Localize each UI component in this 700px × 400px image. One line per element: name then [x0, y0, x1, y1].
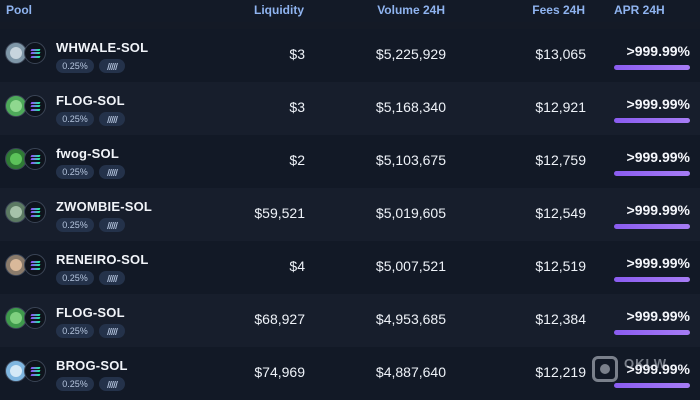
chart-icon[interactable] [99, 271, 125, 285]
pair-avatars [5, 360, 49, 384]
apr-bar [614, 277, 690, 282]
solana-icon [24, 201, 46, 223]
solana-icon [24, 42, 46, 64]
apr-bar [614, 224, 690, 229]
liquidity-value: $68,927 [254, 311, 305, 327]
apr-bar [614, 65, 690, 70]
apr-cell: >999.99% [612, 305, 690, 335]
apr-value: >999.99% [626, 149, 690, 165]
pair-avatars [5, 42, 49, 66]
chart-icon[interactable] [99, 324, 125, 338]
chart-icon[interactable] [99, 218, 125, 232]
table-row[interactable]: FLOG-SOL 0.25% $68,927 $4,953,685 $12,38… [0, 294, 700, 347]
fee-tier-badge: 0.25% [56, 112, 94, 126]
pool-name[interactable]: WHWALE-SOL [56, 40, 148, 55]
liquidity-value: $74,969 [254, 364, 305, 380]
apr-value: >999.99% [626, 308, 690, 324]
table-row[interactable]: RENEIRO-SOL 0.25% $4 $5,007,521 $12,519 … [0, 241, 700, 294]
solana-icon [24, 360, 46, 382]
volume-value: $4,887,640 [375, 364, 446, 380]
fee-tier-badge: 0.25% [56, 324, 94, 338]
header-liquidity[interactable]: Liquidity [254, 3, 304, 17]
apr-value: >999.99% [626, 361, 690, 377]
volume-value: $5,103,675 [375, 152, 446, 168]
pool-name[interactable]: BROG-SOL [56, 358, 128, 373]
solana-icon [24, 148, 46, 170]
chart-icon[interactable] [99, 112, 125, 126]
volume-value: $5,168,340 [375, 99, 446, 115]
fee-tier-badge: 0.25% [56, 271, 94, 285]
header-pool[interactable]: Pool [6, 3, 32, 17]
volume-value: $5,225,929 [375, 46, 446, 62]
fees-value: $12,219 [535, 364, 586, 380]
apr-value: >999.99% [626, 255, 690, 271]
fees-value: $12,384 [535, 311, 586, 327]
pool-name[interactable]: ZWOMBIE-SOL [56, 199, 152, 214]
pool-name[interactable]: RENEIRO-SOL [56, 252, 148, 267]
table-row[interactable]: WHWALE-SOL 0.25% $3 $5,225,929 $13,065 >… [0, 29, 700, 82]
liquidity-value: $4 [289, 258, 305, 274]
header-volume[interactable]: Volume 24H [377, 3, 445, 17]
table-row[interactable]: FLOG-SOL 0.25% $3 $5,168,340 $12,921 >99… [0, 82, 700, 135]
fees-value: $12,519 [535, 258, 586, 274]
apr-value: >999.99% [626, 202, 690, 218]
apr-value: >999.99% [626, 96, 690, 112]
liquidity-value: $3 [289, 99, 305, 115]
pair-avatars [5, 254, 49, 278]
liquidity-value: $59,521 [254, 205, 305, 221]
apr-bar [614, 171, 690, 176]
pair-avatars [5, 201, 49, 225]
fee-tier-badge: 0.25% [56, 377, 94, 391]
apr-cell: >999.99% [612, 40, 690, 70]
chart-icon[interactable] [99, 377, 125, 391]
table-row[interactable]: ZWOMBIE-SOL 0.25% $59,521 $5,019,605 $12… [0, 188, 700, 241]
apr-value: >999.99% [626, 43, 690, 59]
apr-bar [614, 330, 690, 335]
fees-value: $12,921 [535, 99, 586, 115]
chart-icon[interactable] [99, 165, 125, 179]
pair-avatars [5, 148, 49, 172]
fees-value: $12,549 [535, 205, 586, 221]
pool-list: WHWALE-SOL 0.25% $3 $5,225,929 $13,065 >… [0, 29, 700, 400]
chart-icon[interactable] [99, 59, 125, 73]
apr-cell: >999.99% [612, 146, 690, 176]
pool-name[interactable]: FLOG-SOL [56, 93, 125, 108]
pool-name[interactable]: FLOG-SOL [56, 305, 125, 320]
apr-bar [614, 118, 690, 123]
pair-avatars [5, 307, 49, 331]
header-fees[interactable]: Fees 24H [532, 3, 585, 17]
table-row[interactable]: fwog-SOL 0.25% $2 $5,103,675 $12,759 >99… [0, 135, 700, 188]
volume-value: $5,019,605 [375, 205, 446, 221]
fees-value: $13,065 [535, 46, 586, 62]
liquidity-value: $2 [289, 152, 305, 168]
liquidity-value: $3 [289, 46, 305, 62]
apr-cell: >999.99% [612, 199, 690, 229]
apr-cell: >999.99% [612, 252, 690, 282]
table-row[interactable]: BROG-SOL 0.25% $74,969 $4,887,640 $12,21… [0, 347, 700, 400]
volume-value: $4,953,685 [375, 311, 446, 327]
solana-icon [24, 307, 46, 329]
fee-tier-badge: 0.25% [56, 59, 94, 73]
fee-tier-badge: 0.25% [56, 218, 94, 232]
solana-icon [24, 254, 46, 276]
volume-value: $5,007,521 [375, 258, 446, 274]
apr-cell: >999.99% [612, 358, 690, 388]
table-header: Pool Liquidity Volume 24H Fees 24H APR 2… [0, 0, 700, 22]
fee-tier-badge: 0.25% [56, 165, 94, 179]
pair-avatars [5, 95, 49, 119]
apr-bar [614, 383, 690, 388]
solana-icon [24, 95, 46, 117]
pool-name[interactable]: fwog-SOL [56, 146, 119, 161]
fees-value: $12,759 [535, 152, 586, 168]
header-apr[interactable]: APR 24H [614, 3, 665, 17]
apr-cell: >999.99% [612, 93, 690, 123]
